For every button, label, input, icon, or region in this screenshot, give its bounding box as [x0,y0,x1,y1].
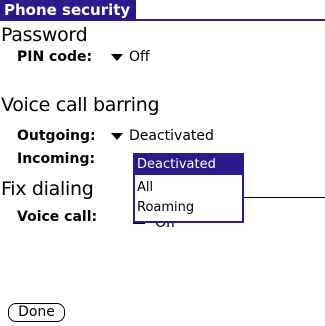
voice-call-trigger[interactable]: Off [133,222,193,232]
outgoing-value: Deactivated [129,128,214,144]
popup-triangle-icon [111,53,123,61]
screen-title: Phone security [0,0,137,20]
outgoing-label: Outgoing: [17,128,96,144]
callout-line [244,197,325,198]
voice-barring-section-label: Voice call barring [1,94,160,116]
popup-option-roaming[interactable]: Roaming [135,198,242,218]
pin-code-value: Off [129,49,150,65]
title-rule [0,19,325,21]
outgoing-trigger[interactable]: Deactivated [111,128,214,144]
done-button[interactable]: Done [8,303,65,322]
incoming-label: Incoming: [17,151,96,167]
pin-code-label: PIN code: [17,49,93,65]
popup-option-deactivated[interactable]: Deactivated [135,155,242,175]
popup-triangle-icon [111,132,123,140]
pin-code-trigger[interactable]: Off [111,49,150,65]
password-section-label: Password [1,24,88,46]
title-bar: Phone security [0,0,325,22]
incoming-popup-list[interactable]: Deactivated All Roaming [133,153,244,223]
fix-dialing-section-label: Fix dialing [1,178,94,200]
popup-option-all[interactable]: All [135,178,242,198]
voice-call-label: Voice call: [17,209,98,225]
